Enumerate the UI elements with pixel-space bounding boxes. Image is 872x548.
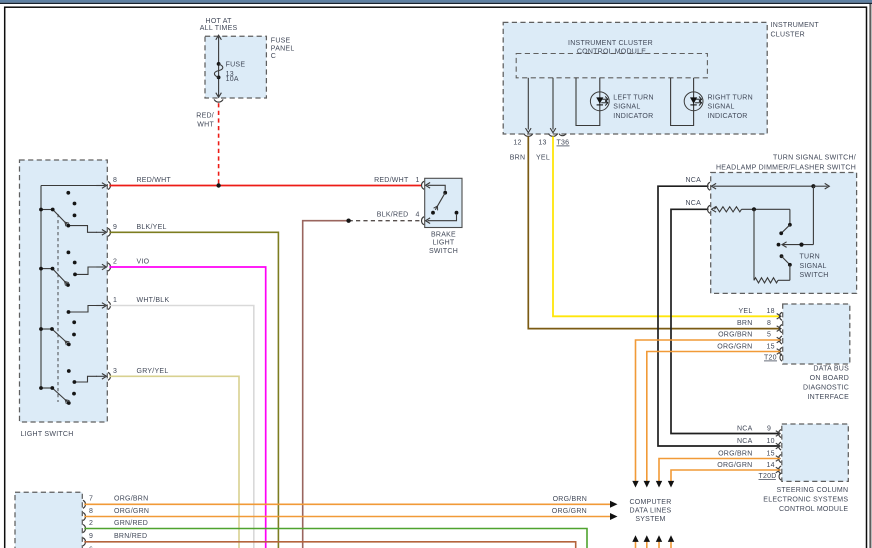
svg-text:BRAKE: BRAKE (431, 231, 456, 238)
svg-text:ON BOARD: ON BOARD (810, 375, 849, 382)
svg-text:DATA BUS: DATA BUS (813, 366, 849, 373)
svg-text:T36: T36 (557, 139, 570, 146)
svg-text:BRN: BRN (510, 155, 526, 162)
svg-text:NCA: NCA (737, 438, 753, 445)
svg-text:3: 3 (113, 368, 117, 375)
svg-text:SIGNAL: SIGNAL (708, 104, 735, 111)
svg-text:ORG/GRN: ORG/GRN (717, 462, 752, 469)
svg-text:RED/WHT: RED/WHT (374, 177, 409, 184)
svg-text:CLUSTER: CLUSTER (771, 31, 805, 38)
svg-text:2: 2 (113, 259, 117, 266)
svg-text:BRN: BRN (737, 320, 753, 327)
svg-text:INTERFACE: INTERFACE (807, 394, 849, 401)
svg-text:10A: 10A (226, 76, 239, 83)
svg-text:RED/: RED/ (196, 113, 214, 120)
svg-text:SYSTEM: SYSTEM (635, 516, 665, 523)
svg-text:NCA: NCA (685, 200, 701, 207)
svg-text:RIGHT TURN: RIGHT TURN (708, 95, 753, 102)
svg-text:ALL TIMES: ALL TIMES (200, 25, 238, 32)
svg-text:15: 15 (767, 450, 775, 457)
svg-text:ORG/BRN: ORG/BRN (718, 332, 752, 339)
svg-text:13: 13 (538, 139, 546, 146)
svg-text:COMPUTER: COMPUTER (629, 499, 671, 506)
svg-text:WHT: WHT (197, 122, 214, 129)
svg-text:FUSE: FUSE (271, 38, 291, 45)
svg-text:8: 8 (89, 508, 93, 515)
svg-text:LEFT TURN: LEFT TURN (613, 95, 654, 102)
svg-text:SIGNAL: SIGNAL (800, 263, 827, 270)
svg-text:BLK/RED: BLK/RED (377, 211, 409, 218)
svg-text:STEERING COLUMN: STEERING COLUMN (776, 487, 848, 494)
svg-text:ORG/BRN: ORG/BRN (553, 496, 587, 503)
svg-text:4: 4 (416, 211, 420, 218)
svg-text:GRY/YEL: GRY/YEL (137, 368, 169, 375)
svg-text:C: C (271, 53, 276, 60)
svg-text:TURN SIGNAL SWITCH/: TURN SIGNAL SWITCH/ (773, 155, 856, 162)
svg-text:NCA: NCA (737, 426, 753, 433)
svg-text:ORG/BRN: ORG/BRN (114, 496, 148, 503)
svg-text:INDICATOR: INDICATOR (708, 113, 748, 120)
svg-text:GRN/RED: GRN/RED (114, 520, 148, 527)
svg-text:9: 9 (113, 224, 117, 231)
svg-text:18: 18 (767, 308, 775, 315)
svg-text:CONTROL MODULE: CONTROL MODULE (577, 49, 646, 56)
svg-text:DIAGNOSTIC: DIAGNOSTIC (803, 385, 849, 392)
svg-text:ORG/GRN: ORG/GRN (717, 343, 752, 350)
svg-text:T20: T20 (764, 354, 777, 361)
svg-text:INSTRUMENT CLUSTER: INSTRUMENT CLUSTER (568, 40, 653, 47)
svg-text:TURN: TURN (800, 254, 820, 261)
svg-text:2: 2 (89, 520, 93, 527)
svg-text:ORG/GRN: ORG/GRN (114, 508, 149, 515)
svg-text:PANEL: PANEL (271, 45, 295, 52)
svg-text:SWITCH: SWITCH (429, 248, 458, 255)
svg-text:HEADLAMP DIMMER/FLASHER SWITCH: HEADLAMP DIMMER/FLASHER SWITCH (716, 165, 856, 172)
svg-text:ORG/GRN: ORG/GRN (552, 508, 587, 515)
svg-text:FUSE: FUSE (226, 62, 246, 69)
svg-text:LIGHT: LIGHT (433, 240, 455, 247)
svg-text:15: 15 (767, 343, 775, 350)
svg-text:BLK/YEL: BLK/YEL (137, 224, 167, 231)
svg-text:DATA LINES: DATA LINES (630, 508, 672, 515)
svg-text:CONTROL MODULE: CONTROL MODULE (779, 506, 848, 513)
svg-text:5: 5 (767, 332, 771, 339)
svg-text:7: 7 (89, 496, 93, 503)
svg-text:YEL: YEL (739, 308, 753, 315)
svg-text:9: 9 (767, 426, 771, 433)
svg-text:SIGNAL: SIGNAL (613, 104, 640, 111)
svg-text:WHT/BLK: WHT/BLK (137, 297, 170, 304)
svg-text:BRN/RED: BRN/RED (114, 533, 147, 540)
svg-text:ORG/BRN: ORG/BRN (718, 450, 752, 457)
svg-text:ELECTRONIC SYSTEMS: ELECTRONIC SYSTEMS (763, 496, 848, 503)
svg-text:10: 10 (767, 438, 775, 445)
svg-text:SWITCH: SWITCH (800, 272, 829, 279)
svg-text:YEL: YEL (536, 155, 550, 162)
svg-text:NCA: NCA (685, 177, 701, 184)
svg-text:12: 12 (513, 139, 521, 146)
svg-text:1: 1 (416, 177, 420, 184)
svg-text:INDICATOR: INDICATOR (613, 113, 653, 120)
svg-text:RED/WHT: RED/WHT (137, 177, 172, 184)
svg-text:14: 14 (767, 462, 775, 469)
svg-text:LIGHT SWITCH: LIGHT SWITCH (21, 431, 74, 438)
svg-text:1: 1 (113, 297, 117, 304)
svg-text:8: 8 (113, 177, 117, 184)
svg-text:9: 9 (89, 533, 93, 540)
svg-text:8: 8 (767, 320, 771, 327)
svg-text:T20D: T20D (759, 473, 777, 480)
svg-text:INSTRUMENT: INSTRUMENT (771, 22, 820, 29)
svg-text:VIO: VIO (137, 259, 150, 266)
